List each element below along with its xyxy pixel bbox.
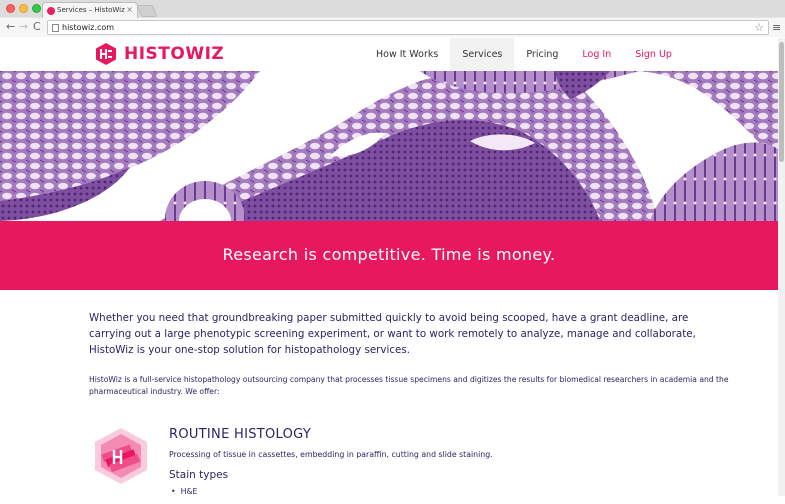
forward-arrow-icon[interactable]: → [19, 20, 28, 34]
maximize-window-button[interactable] [32, 4, 41, 13]
logo[interactable]: HISTOWIZ [94, 42, 224, 66]
histowiz-logo-icon [96, 43, 116, 65]
site-header: HISTOWIZ How It Works Services Pricing L… [0, 38, 778, 71]
browser-toolbar: ← → C histowiz.com ☆ [0, 18, 785, 37]
nav-pricing[interactable]: Pricing [514, 38, 570, 71]
service-routine-histology: ROUTINE HISTOLOGY Processing of tissue i… [89, 424, 729, 504]
main-nav: How It Works Services Pricing Log In Sig… [364, 38, 684, 71]
reload-icon[interactable]: C [33, 20, 41, 34]
close-window-button[interactable] [6, 4, 15, 13]
tagline-banner: Research is competitive. Time is money. [0, 221, 778, 290]
logo-text: HISTOWIZ [124, 44, 225, 64]
scrollbar-thumb[interactable] [779, 42, 784, 162]
page-scrollbar[interactable] [778, 38, 785, 496]
browser-tab[interactable]: Services – HistoWiz × [42, 2, 138, 18]
stain-list: H&E [171, 487, 198, 496]
service-description: Processing of tissue in cassettes, embed… [169, 450, 493, 459]
browser-menu-icon[interactable]: ≡ [772, 21, 781, 34]
tab-bar: Services – HistoWiz × [0, 0, 785, 18]
page-icon [52, 24, 59, 32]
new-tab-button[interactable] [136, 5, 158, 17]
nav-sign-up[interactable]: Sign Up [623, 38, 684, 71]
minimize-window-button[interactable] [19, 4, 28, 13]
slide-stack-icon [95, 428, 147, 484]
nav-services[interactable]: Services [450, 38, 515, 71]
back-arrow-icon[interactable]: ← [6, 20, 15, 34]
banner-tagline: Research is competitive. Time is money. [222, 245, 556, 264]
stain-types-heading: Stain types [169, 469, 229, 481]
service-title: ROUTINE HISTOLOGY [169, 427, 312, 442]
nav-log-in[interactable]: Log In [570, 38, 623, 71]
tissue-image [0, 71, 778, 221]
hero-histology-image [0, 71, 778, 221]
bookmark-star-icon[interactable]: ☆ [754, 21, 764, 34]
address-bar[interactable]: histowiz.com ☆ [47, 20, 769, 35]
lead-paragraph: Whether you need that groundbreaking pap… [89, 312, 696, 356]
intro-paragraph: HistoWiz is a full-service histopatholog… [89, 375, 729, 396]
favicon-icon [47, 7, 55, 15]
browser-chrome: Services – HistoWiz × ← → C histowiz.com… [0, 0, 785, 37]
tab-title: Services – HistoWiz [57, 6, 125, 14]
nav-how-it-works[interactable]: How It Works [364, 38, 450, 71]
url-text: histowiz.com [62, 23, 115, 32]
tab-close-icon[interactable]: × [126, 5, 133, 14]
list-item: H&E [171, 487, 198, 496]
